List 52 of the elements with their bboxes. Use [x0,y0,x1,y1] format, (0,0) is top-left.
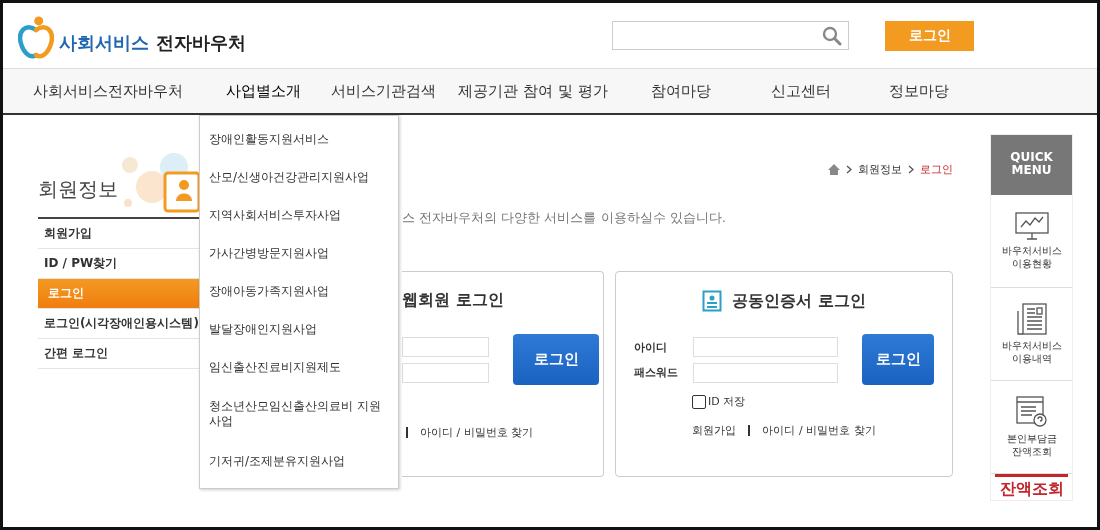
search-field[interactable] [612,21,849,50]
nav-item[interactable]: 서비스기관검색 [313,81,453,101]
certificate-icon [702,290,723,312]
menu-item[interactable]: 임신출산진료비지원제도 [200,348,398,386]
chevron-icon [908,165,914,174]
menu-item[interactable]: 지역사회서비스투자사업 [200,196,398,234]
nav-item[interactable]: 정보마당 [853,81,985,101]
logo-name: 전자바우처 [156,30,246,55]
nav-item[interactable]: 참여마당 [613,81,749,101]
menu-item[interactable]: 산모/신생아건강관리지원사업 [200,158,398,196]
document-search-icon [1015,396,1048,428]
menu-item[interactable]: 장애아동가족지원사업 [200,272,398,310]
input-field[interactable] [693,336,838,357]
input-field[interactable] [402,336,489,357]
field-label: 패스워드 [634,364,679,380]
breadcrumb-link[interactable]: 회원정보 [858,162,902,177]
login-button[interactable]: 로그인 [513,334,599,385]
nav-item[interactable]: 사회서비스전자바우처 [3,81,213,101]
nav-item[interactable]: 제공기관 참여 및 평가 [453,81,613,101]
menu-item[interactable]: 장애인활동지원서비스 [200,120,398,158]
field-label: 아이디 [634,339,668,355]
balance-link[interactable]: 잔액조회 [995,474,1068,500]
search-icon[interactable] [822,25,842,46]
menu-item[interactable]: 청소년산모임신출산의료비 지원사업 [200,386,398,442]
quick-menu-label: 본인부담금 잔액조회 [1006,432,1057,458]
card-title: 웹회원 로그인 [402,290,505,311]
checkbox[interactable] [692,394,706,409]
input-field[interactable] [402,362,489,383]
logo-icon [18,14,54,61]
chevron-icon [846,165,852,174]
logo-brand: 사회서비스 [59,30,149,55]
quick-menu-label: 바우처서비스 이용현황 [1001,244,1062,270]
home-icon[interactable] [828,164,840,175]
menu-item[interactable]: 기저귀/조제분유지원사업 [200,442,398,480]
link[interactable]: 아이디 / 비밀번호 찾기 [420,425,534,440]
quick-menu-title: QUICK MENU [991,135,1072,195]
link[interactable]: 아이디 / 비밀번호 찾기 [762,423,876,438]
quick-menu-label: 바우처서비스 이용내역 [1001,339,1062,365]
menu-item[interactable]: 발달장애인지원사업 [200,310,398,348]
link[interactable]: 회원가입 [692,423,737,438]
card-title: 공동인증서 로그인 [732,290,866,312]
intro-text: 스 전자바우처의 다양한 서비스를 이용하실수 있습니다. [402,209,727,227]
nav-item[interactable]: 사업별소개 [213,81,313,101]
document-icon [1016,303,1047,335]
input-field[interactable] [693,362,838,383]
breadcrumb-link[interactable]: 로그인 [920,162,953,177]
nav-item[interactable]: 신고센터 [749,81,853,101]
login-button[interactable]: 로그인 [862,334,934,385]
menu-item[interactable]: 가사간병방문지원사업 [200,234,398,272]
monitor-icon [1014,212,1049,240]
checkbox-label: ID 저장 [708,394,746,409]
section-title: 회원정보 [38,175,118,203]
